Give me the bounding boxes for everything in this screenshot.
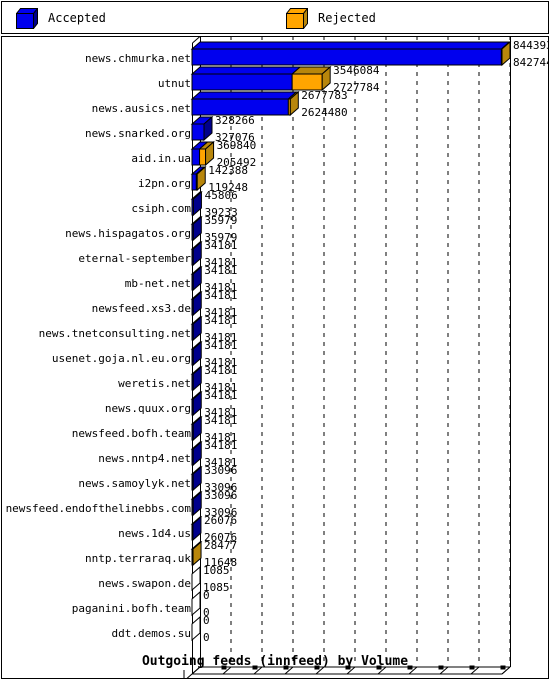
cube-icon-accepted [16, 7, 38, 29]
category-label: i2pn.org [138, 177, 191, 190]
plot-area: news.chmurka.net 8443938 8427448 utnut 35460… [2, 37, 548, 678]
category-label: news.swapon.de [98, 577, 191, 590]
bar-row [190, 365, 203, 392]
value-label-total: 3546084 [333, 64, 380, 77]
bar-row [190, 465, 203, 492]
value-label-total: 8443938 [513, 39, 548, 52]
value-label-total: 328266 [215, 114, 255, 127]
category-label: newsfeed.endofthelinebbs.com [5, 502, 191, 515]
bar-row [190, 340, 203, 367]
bar-row [191, 590, 201, 617]
category-label: newsfeed.xs3.de [91, 302, 191, 315]
category-label: utnut [157, 77, 191, 90]
bar-row [190, 90, 300, 117]
category-label: aid.in.ua [131, 152, 191, 165]
value-label-total: 369840 [216, 139, 257, 152]
value-label-total: 35979 [204, 214, 238, 227]
bar-row [190, 215, 203, 242]
value-label-accepted: 8427448 [513, 56, 548, 69]
bar-row [190, 265, 203, 292]
category-label: nntp.terraraq.uk [85, 552, 191, 565]
value-label-total: 0 [203, 589, 210, 602]
value-label-total: 34181 [204, 414, 238, 427]
bar-row [190, 240, 203, 267]
bar-row [190, 315, 203, 342]
category-label: news.snarked.org [85, 127, 191, 140]
value-label-total: 28477 [204, 539, 238, 552]
bar-row [190, 65, 332, 92]
category-label: news.tnetconsulting.net [38, 327, 191, 340]
category-label: eternal-september [78, 252, 191, 265]
value-label-total: 142388 [208, 164, 248, 177]
value-label-total: 34181 [204, 239, 238, 252]
bar-row [191, 565, 201, 592]
value-label-total: 34181 [204, 339, 238, 352]
bar-row [190, 490, 203, 517]
category-label: usenet.goja.nl.eu.org [51, 352, 191, 365]
value-label-total: 2677783 [301, 89, 348, 102]
category-label: news.ausics.net [91, 102, 191, 115]
value-label-total: 1085 [203, 564, 230, 577]
category-label: newsfeed.bofh.team [71, 427, 191, 440]
value-label-accepted: 2624480 [301, 106, 348, 119]
value-label-total: 34181 [204, 364, 238, 377]
category-label: news.nntp4.net [98, 452, 191, 465]
legend-label-rejected: Rejected [318, 10, 376, 25]
bar-row [190, 140, 215, 167]
category-label: mb-net.net [124, 277, 191, 290]
category-label: news.samoylyk.net [78, 477, 191, 490]
bar-row [190, 115, 214, 142]
chart-page: Accepted Rejected news.chmurka.net 844393… [0, 0, 550, 680]
category-label: paganini.bofh.team [71, 602, 191, 615]
category-label: news.hispagatos.org [65, 227, 191, 240]
legend-label-accepted: Accepted [48, 10, 106, 25]
bar-row [190, 415, 203, 442]
value-label-total: 34181 [204, 439, 238, 452]
bar-row [190, 540, 203, 567]
legend-item-accepted: Accepted [16, 2, 106, 33]
legend-item-rejected: Rejected [286, 2, 376, 33]
bar-row [190, 40, 512, 67]
bar-row [190, 440, 203, 467]
value-label-total: 34181 [204, 264, 238, 277]
chart-frame: news.chmurka.net 8443938 8427448 utnut 35460… [1, 36, 549, 679]
category-label: weretis.net [118, 377, 191, 390]
category-label: news.chmurka.net [85, 52, 191, 65]
cube-icon-rejected [286, 7, 308, 29]
value-label-total: 0 [203, 614, 210, 627]
chart-legend: Accepted Rejected [1, 1, 549, 34]
value-label-total: 34181 [204, 389, 238, 402]
bar-row [191, 615, 201, 642]
axis-title: Outgoing feeds (innfeed) by Volume [141, 654, 409, 669]
bar-row [190, 515, 203, 542]
value-label-total: 33096 [204, 489, 238, 502]
category-label: news.1d4.us [118, 527, 191, 540]
value-label-accepted: 0 [203, 631, 210, 644]
category-label: csiph.com [131, 202, 191, 215]
value-label-total: 45806 [204, 189, 238, 202]
value-label-total: 33096 [204, 464, 238, 477]
value-label-total: 26076 [203, 514, 238, 527]
bar-row [190, 165, 207, 192]
category-label: ddt.demos.su [111, 627, 191, 640]
value-label-total: 34181 [204, 289, 238, 302]
category-label: news.quux.org [104, 402, 191, 415]
bar-row [190, 390, 203, 417]
bar-row [190, 290, 203, 317]
value-label-total: 34181 [204, 314, 238, 327]
